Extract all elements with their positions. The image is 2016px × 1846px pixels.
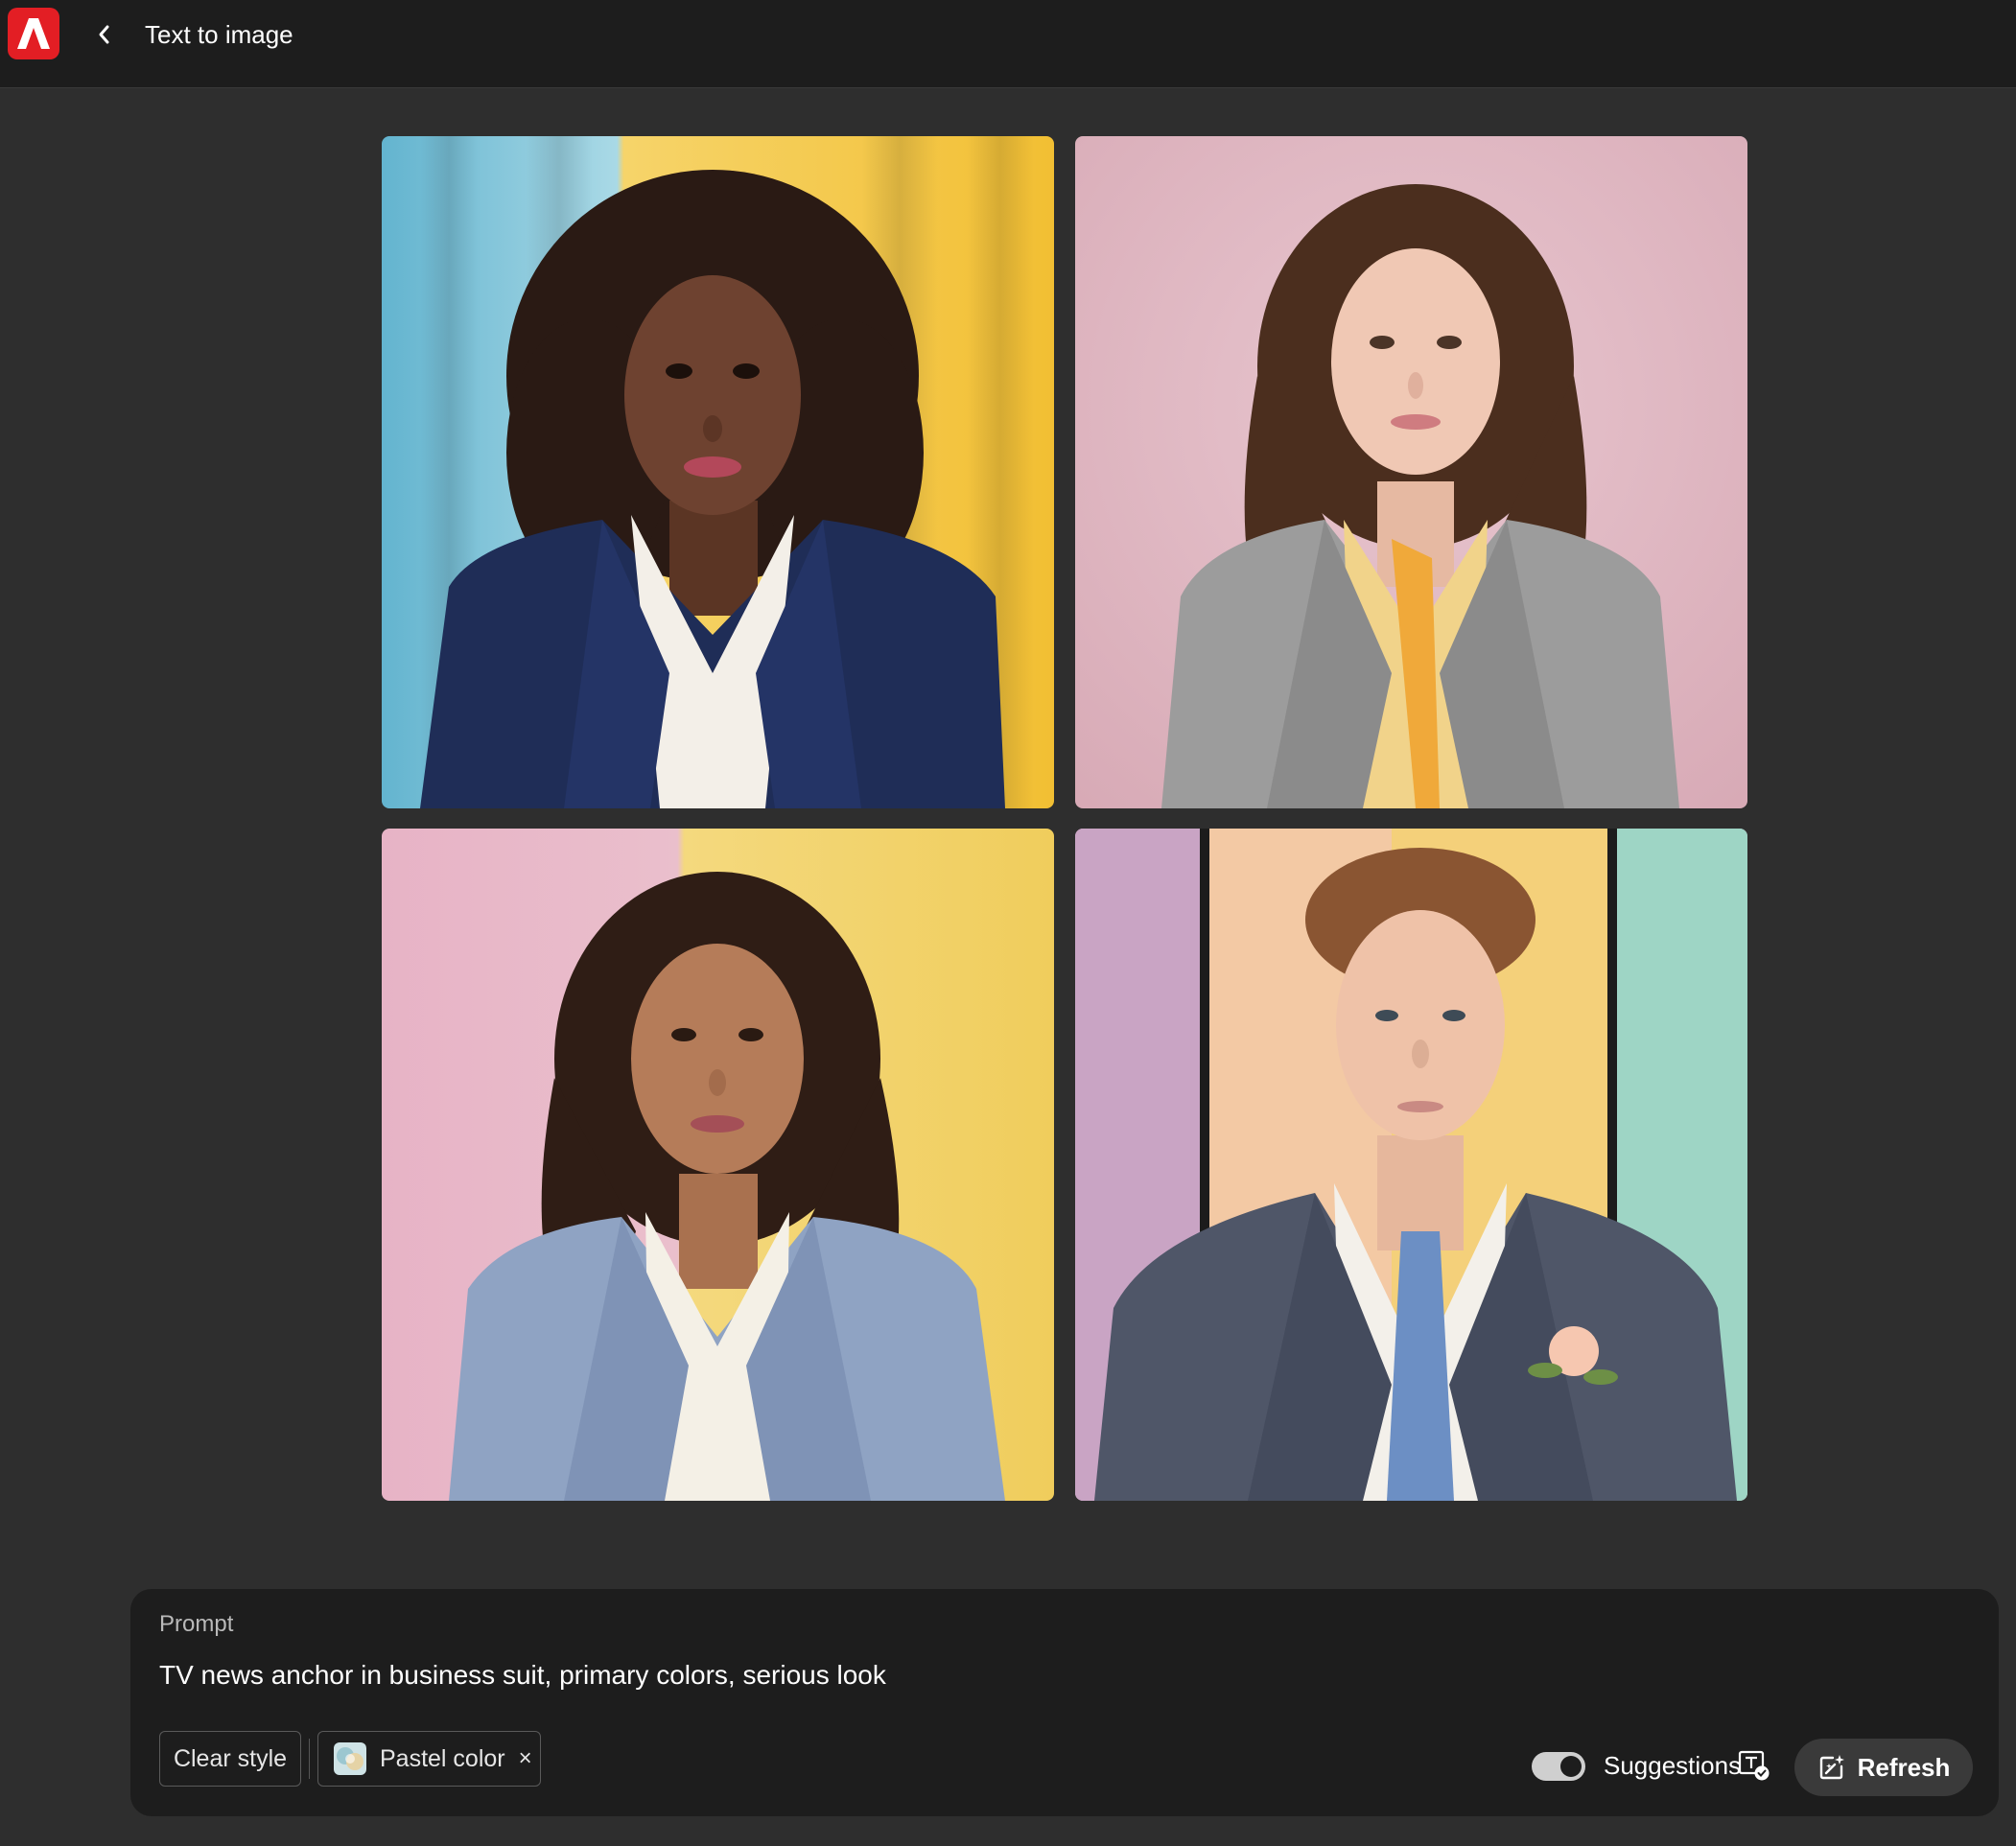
refresh-label: Refresh [1857, 1752, 1951, 1782]
top-bar: Text to image [0, 0, 2016, 88]
suggestions-toggle[interactable] [1532, 1752, 1585, 1781]
chip-divider [309, 1739, 310, 1779]
toggle-knob [1560, 1756, 1582, 1777]
clear-style-button[interactable]: Clear style [159, 1731, 301, 1787]
back-button[interactable] [88, 15, 119, 54]
page-title: Text to image [145, 20, 293, 49]
style-chip-label: Pastel color [380, 1744, 505, 1772]
chevron-left-icon [99, 25, 109, 44]
pastel-color-thumbnail-icon [334, 1742, 366, 1775]
generated-image-2[interactable] [1075, 136, 1747, 808]
text-suggestion-icon[interactable] [1738, 1749, 1770, 1787]
generated-image-3[interactable] [382, 829, 1054, 1501]
generated-image-1[interactable] [382, 136, 1054, 808]
adobe-logo-icon[interactable] [8, 8, 59, 59]
close-icon[interactable]: × [519, 1745, 532, 1772]
suggestions-label: Suggestions [1604, 1751, 1742, 1780]
sparkle-refresh-icon [1819, 1755, 1844, 1780]
prompt-label: Prompt [159, 1611, 234, 1637]
generated-image-4[interactable] [1075, 829, 1747, 1501]
prompt-input[interactable]: TV news anchor in business suit, primary… [159, 1658, 886, 1693]
refresh-button[interactable]: Refresh [1794, 1739, 1973, 1796]
prompt-panel: Prompt TV news anchor in business suit, … [130, 1589, 1999, 1816]
style-chip-pastel-color[interactable]: Pastel color × [317, 1731, 541, 1787]
